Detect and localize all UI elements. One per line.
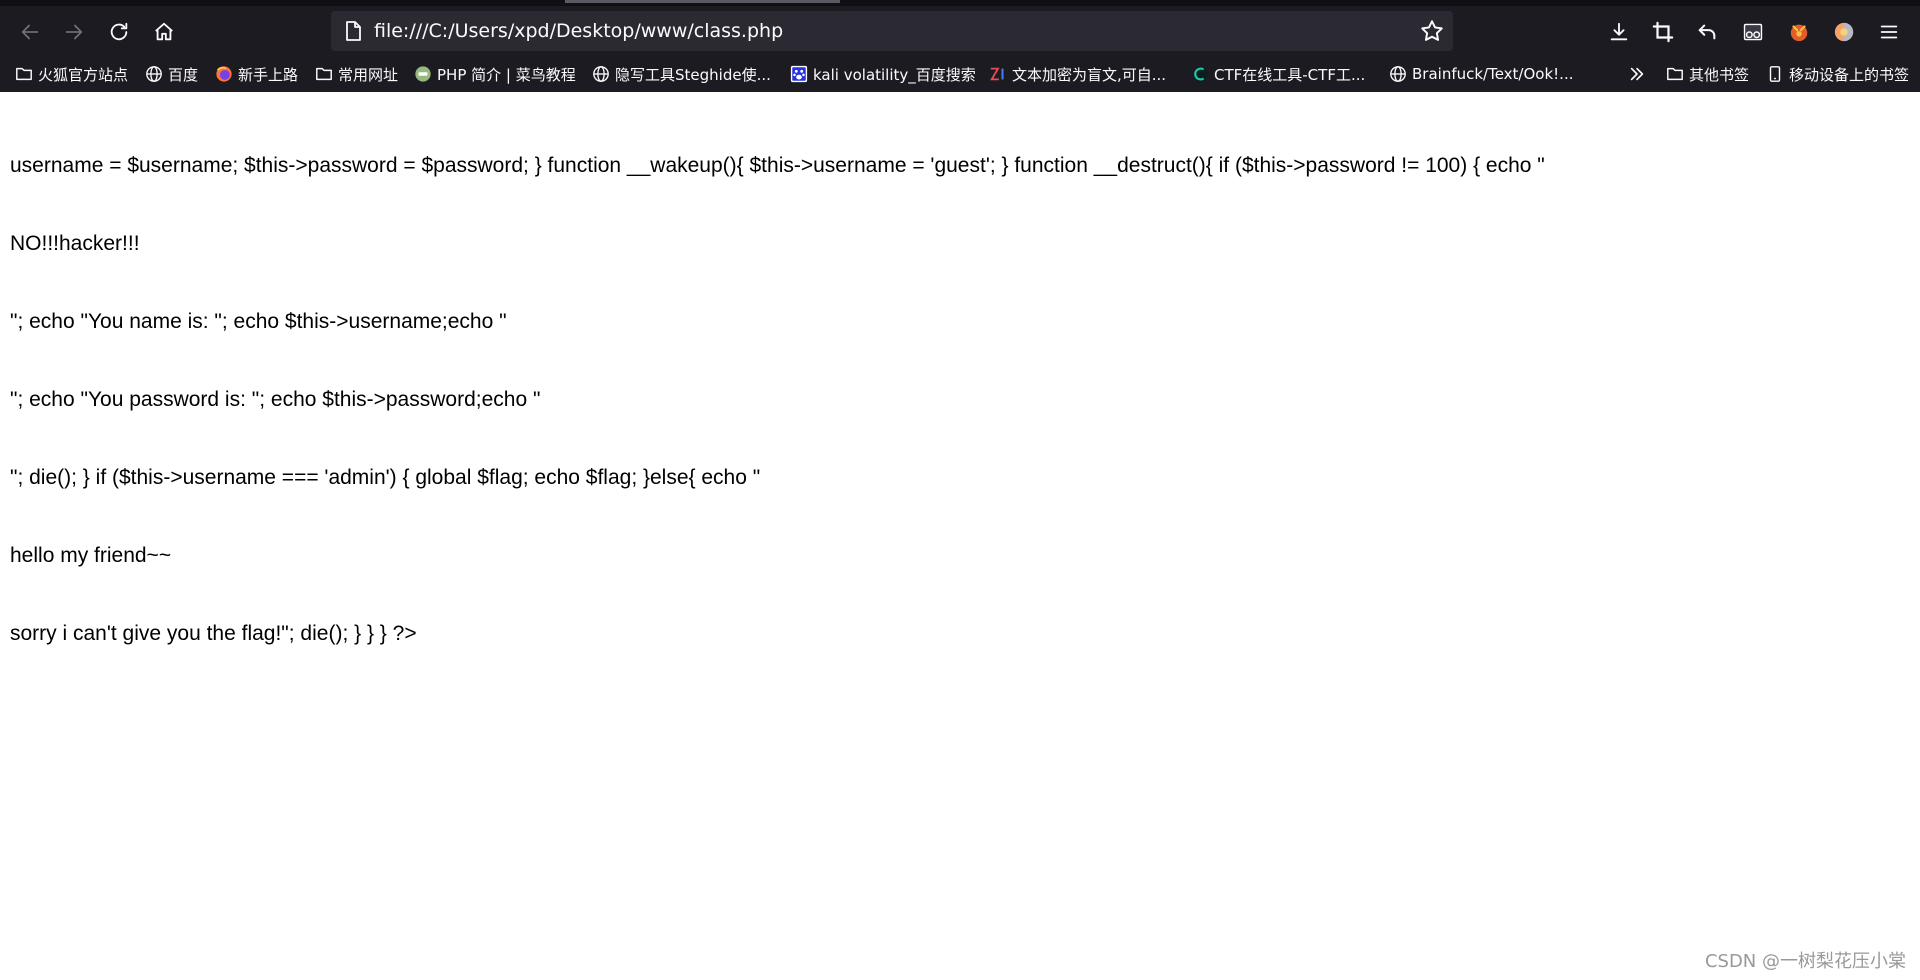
content-line: "; die(); } if ($this->username === 'adm… <box>10 466 761 489</box>
bookmark-label: 新手上路 <box>238 65 299 84</box>
avatar-icon <box>1834 22 1854 42</box>
download-icon <box>1610 22 1628 41</box>
reload-button[interactable] <box>102 15 136 49</box>
browser-chrome: file:///C:/Users/xpd/Desktop/www/class.p… <box>0 0 1920 92</box>
bookmark-label: 隐写工具Steghide使... <box>615 65 771 84</box>
bookmark-item[interactable]: 文本加密为盲文,可自... <box>989 61 1166 87</box>
undo-button[interactable] <box>1690 15 1724 49</box>
downloads-button[interactable] <box>1602 15 1636 49</box>
active-tab-indicator <box>565 0 840 3</box>
content-line: hello my friend~~ <box>10 544 172 567</box>
zi-icon <box>990 67 1004 81</box>
back-button[interactable] <box>13 15 47 49</box>
bookmark-item[interactable]: Brainfuck/Text/Ook!... <box>1389 61 1573 87</box>
runoob-icon <box>415 66 431 82</box>
home-icon <box>155 22 173 41</box>
navigation-toolbar: file:///C:/Users/xpd/Desktop/www/class.p… <box>0 6 1920 57</box>
bookmark-item[interactable]: PHP 简介 | 菜鸟教程 <box>414 61 576 87</box>
address-bar[interactable]: file:///C:/Users/xpd/Desktop/www/class.p… <box>331 11 1453 51</box>
globe-icon <box>593 66 609 82</box>
ctf-icon <box>1192 66 1208 82</box>
page-content: username = $username; $this->password = … <box>10 101 1910 673</box>
page-icon <box>346 21 361 41</box>
bookmark-label: 移动设备上的书签 <box>1789 65 1910 84</box>
content-line: NO!!!hacker!!! <box>10 232 140 255</box>
other-bookmarks-folder[interactable]: 其他书签 <box>1666 61 1749 87</box>
bookmark-label: 文本加密为盲文,可自... <box>1012 65 1167 84</box>
csdn-watermark: CSDN @一树梨花压小棠 <box>1704 951 1906 972</box>
extension-button[interactable] <box>1736 15 1770 49</box>
bookmark-item[interactable]: CTF在线工具-CTF工... <box>1191 61 1365 87</box>
mobile-device-icon <box>1769 66 1781 82</box>
bookmark-label: 火狐官方站点 <box>38 65 129 84</box>
double-chevron-right-icon <box>1630 67 1644 81</box>
bookmark-star-icon[interactable] <box>1419 18 1445 44</box>
bookmark-label: Brainfuck/Text/Ook!... <box>1412 65 1574 83</box>
url-text[interactable]: file:///C:/Users/xpd/Desktop/www/class.p… <box>374 11 783 51</box>
folder-icon <box>16 67 32 81</box>
bookmark-label: PHP 简介 | 菜鸟教程 <box>437 65 576 84</box>
content-line: username = $username; $this->password = … <box>10 154 1545 177</box>
content-line: "; echo "You name is: "; echo $this->use… <box>10 310 507 333</box>
bookmark-label: 常用网址 <box>338 65 399 84</box>
bookmark-item[interactable]: 隐写工具Steghide使... <box>592 61 771 87</box>
home-button[interactable] <box>147 15 181 49</box>
bookmark-item[interactable]: 百度 <box>145 61 198 87</box>
extension-eyes-icon <box>1743 23 1763 41</box>
reload-icon <box>110 22 128 41</box>
bookmarks-toolbar: 火狐官方站点 百度 新手上路 常用网址 PHP 简介 | 菜鸟教程 隐写工具St… <box>0 57 1920 92</box>
bookmark-item[interactable]: 新手上路 <box>215 61 298 87</box>
crop-icon <box>1652 21 1674 43</box>
folder-icon <box>1667 67 1683 81</box>
content-line: sorry i can't give you the flag!"; die()… <box>10 622 417 645</box>
app-menu-button[interactable] <box>1872 15 1906 49</box>
hamburger-menu-icon <box>1880 25 1898 39</box>
bookmark-label: 其他书签 <box>1689 65 1750 84</box>
fox-extension-icon <box>1790 24 1808 42</box>
arrow-right-icon <box>65 24 83 40</box>
firefox-icon <box>216 66 232 82</box>
bookmark-item[interactable]: 火狐官方站点 <box>15 61 128 87</box>
globe-icon <box>1390 66 1406 82</box>
bookmark-item[interactable]: kali volatility_百度搜索 <box>790 61 976 87</box>
bookmark-label: kali volatility_百度搜索 <box>813 65 976 84</box>
more-bookmarks-button[interactable] <box>1628 61 1646 87</box>
folder-icon <box>316 67 332 81</box>
bookmark-label: CTF在线工具-CTF工... <box>1214 65 1366 84</box>
bookmark-label: 百度 <box>168 65 199 84</box>
content-line: "; echo "You password is: "; echo $this-… <box>10 388 541 411</box>
mobile-bookmarks-folder[interactable]: 移动设备上的书签 <box>1766 61 1909 87</box>
screenshot-button[interactable] <box>1646 15 1680 49</box>
forward-button[interactable] <box>57 15 91 49</box>
baidu-paw-icon <box>790 65 808 83</box>
bookmark-item[interactable]: 常用网址 <box>315 61 398 87</box>
hackbar-extension-button[interactable] <box>1782 15 1816 49</box>
account-button[interactable] <box>1827 15 1861 49</box>
globe-icon <box>146 66 162 82</box>
undo-arrow-icon <box>1698 24 1716 40</box>
arrow-left-icon <box>21 24 39 40</box>
